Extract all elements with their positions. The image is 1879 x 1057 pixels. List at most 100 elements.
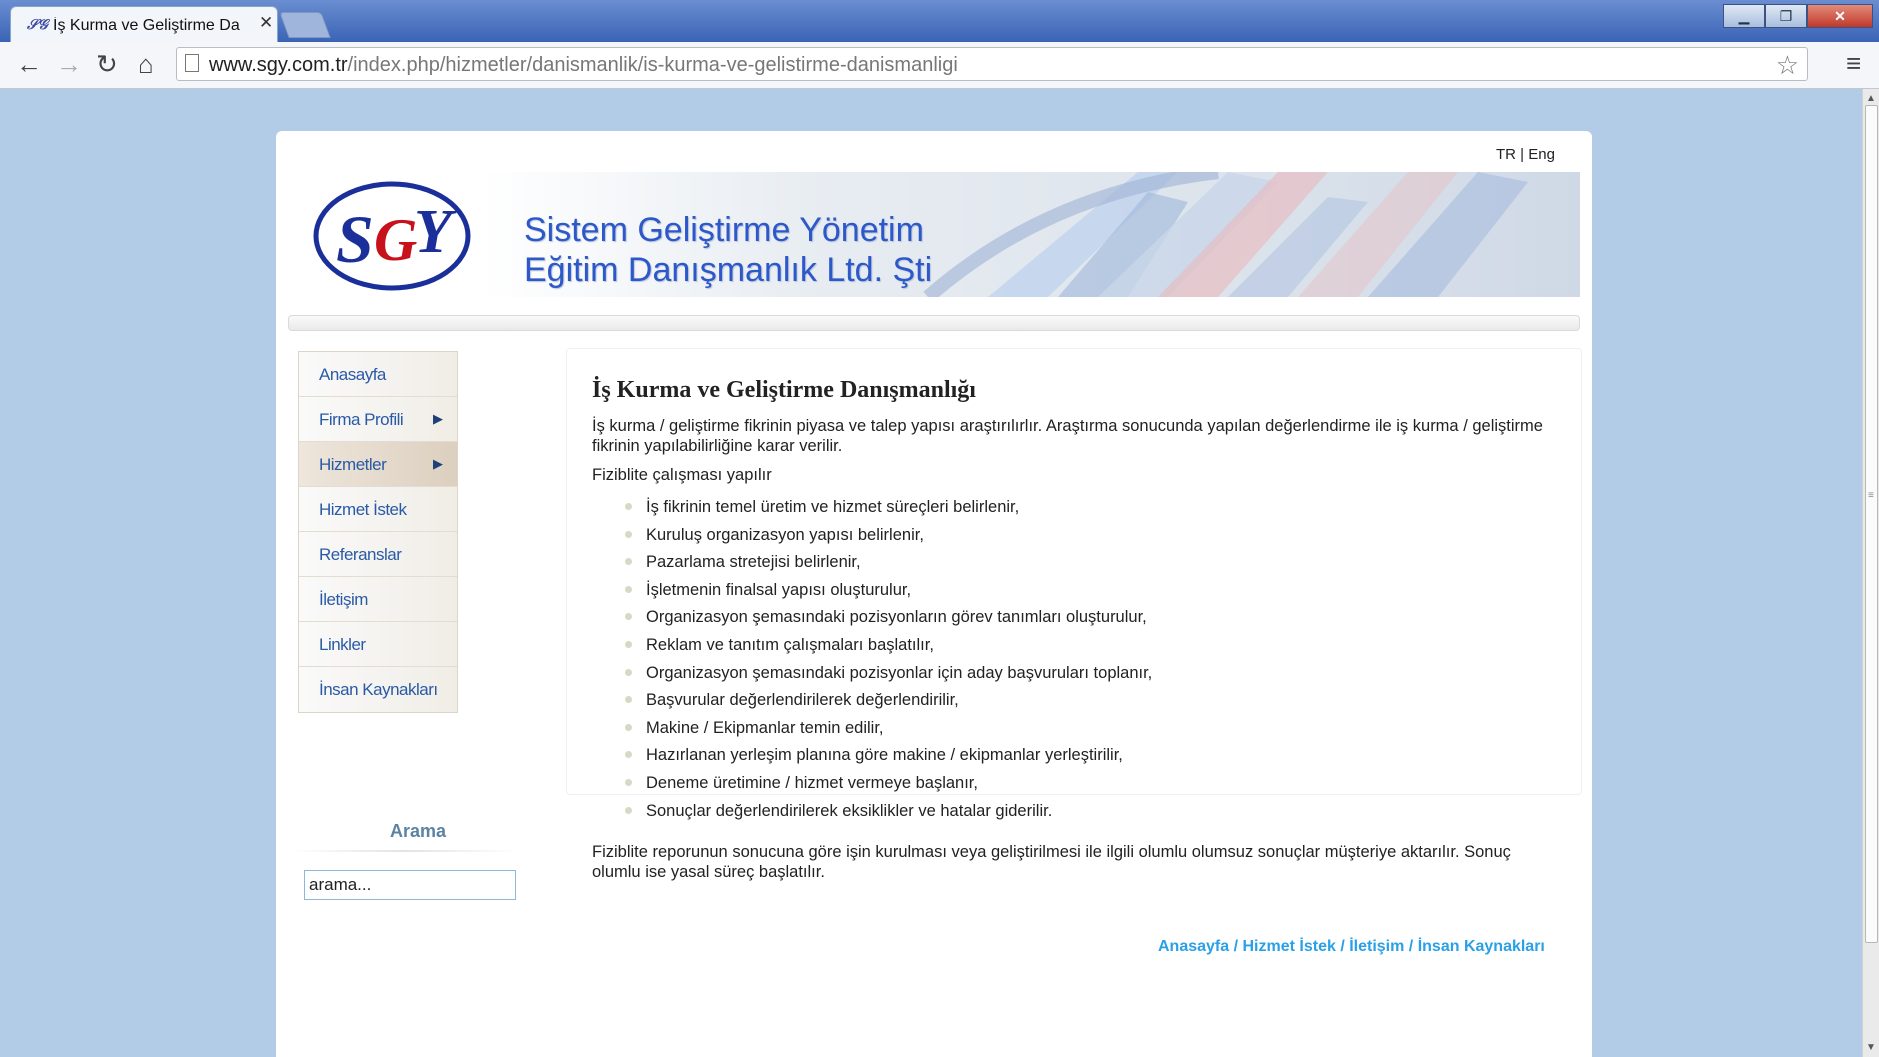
list-item: Kuruluş organizasyon yapısı belirlenir,: [592, 524, 1152, 552]
url-host: www.sgy.com.tr: [209, 54, 348, 76]
bullet-icon: [625, 668, 632, 676]
sidebar-nav: Anasayfa Firma Profili ▶ Hizmetler ▶ Hiz…: [298, 351, 458, 713]
list-item: Sonuçlar değerlendirilerek eksiklikler v…: [592, 800, 1152, 828]
sidebar-item-hizmetler[interactable]: Hizmetler ▶: [299, 442, 457, 487]
browser-titlebar: 𝒮𝒢 İş Kurma ve Geliştirme Da ✕ ▁ ❐ ✕: [0, 0, 1879, 42]
sidebar-item-insan-kaynaklari[interactable]: İnsan Kaynakları: [299, 667, 457, 712]
bullet-icon: [625, 751, 632, 759]
sidebar-item-linkler[interactable]: Linkler: [299, 622, 457, 667]
intro-paragraph: İş kurma / geliştirme fikrinin piyasa ve…: [592, 417, 1543, 455]
footer-link-iletisim[interactable]: İletişim: [1349, 938, 1404, 955]
lang-en-link[interactable]: Eng: [1528, 146, 1555, 163]
page-container: TR | Eng S G Y Sistem Geliştirme Yönetim…: [276, 131, 1592, 1057]
bullet-icon: [625, 640, 632, 648]
company-name-line1: Sistem Geliştirme Yönetim: [524, 211, 924, 249]
search-input[interactable]: [304, 870, 516, 900]
tab-title: İş Kurma ve Geliştirme Da: [53, 17, 240, 34]
submenu-arrow-icon: ▶: [433, 456, 443, 471]
list-item: Makine / Ekipmanlar temin edilir,: [592, 717, 1152, 745]
new-tab-button[interactable]: [279, 12, 331, 38]
sidebar-item-label: Anasayfa: [319, 365, 386, 384]
close-window-button[interactable]: ✕: [1807, 4, 1873, 28]
footer-links: Anasayfa / Hizmet İstek / İletişim / İns…: [1158, 938, 1545, 956]
menu-icon[interactable]: ≡: [1846, 48, 1861, 79]
sidebar-item-label: İletişim: [319, 590, 368, 609]
bullet-icon: [625, 696, 632, 704]
scroll-down-arrow-icon[interactable]: ▼: [1866, 1042, 1876, 1053]
search-title: Arama: [390, 821, 447, 841]
list-item-text: Organizasyon şemasındaki pozisyonlar içi…: [646, 663, 1153, 682]
sidebar-item-label: İnsan Kaynakları: [319, 680, 438, 699]
address-bar[interactable]: www.sgy.com.tr/index.php/hizmetler/danis…: [176, 47, 1808, 81]
list-item-text: Pazarlama stretejisi belirlenir,: [646, 553, 861, 572]
conclusion-paragraph: Fiziblite reporunun sonucuna göre işin k…: [592, 843, 1511, 881]
list-item: Başvurular değerlendirilerek değerlendir…: [592, 689, 1152, 717]
url-path: /index.php/hizmetler/danismanlik/is-kurm…: [347, 54, 958, 76]
svg-text:Y: Y: [414, 198, 457, 266]
sidebar-item-label: Firma Profili: [319, 410, 404, 429]
header-banner: S G Y Sistem Geliştirme Yönetim Eğitim D…: [288, 172, 1580, 297]
bullet-icon: [625, 613, 632, 621]
list-item-text: Deneme üretimine / hizmet vermeye başlan…: [646, 773, 978, 792]
close-tab-icon[interactable]: ✕: [259, 13, 273, 33]
list-item: İşletmenin finalsal yapısı oluşturulur,: [592, 579, 1152, 607]
list-item: İş fikrinin temel üretim ve hizmet süreç…: [592, 496, 1152, 524]
list-item-text: Sonuçlar değerlendirilerek eksiklikler v…: [646, 801, 1053, 820]
banner-decoration: [923, 172, 1528, 297]
footer-link-insan-kaynaklari[interactable]: İnsan Kaynakları: [1418, 938, 1545, 955]
list-item: Organizasyon şemasındaki pozisyonların g…: [592, 606, 1152, 634]
window-controls: ▁ ❐ ✕: [1723, 4, 1873, 30]
list-item-text: Başvurular değerlendirilerek değerlendir…: [646, 691, 959, 710]
bullet-icon: [625, 530, 632, 538]
bullet-icon: [625, 778, 632, 786]
list-item-text: Hazırlanan yerleşim planına göre makine …: [646, 746, 1123, 765]
page-icon: [185, 54, 199, 72]
scroll-thumb[interactable]: ≡: [1865, 105, 1878, 943]
sidebar-item-anasayfa[interactable]: Anasayfa: [299, 352, 457, 397]
back-arrow-icon[interactable]: ←: [16, 50, 42, 78]
bullet-icon: [625, 558, 632, 566]
sidebar-item-label: Hizmetler: [319, 455, 387, 474]
page-title: İş Kurma ve Geliştirme Danışmanlığı: [592, 377, 976, 403]
feasibility-subtitle: Fiziblite çalışması yapılır: [592, 466, 772, 484]
sidebar-item-label: Hizmet İstek: [319, 500, 407, 519]
browser-tab[interactable]: 𝒮𝒢 İş Kurma ve Geliştirme Da ✕: [10, 6, 278, 42]
footer-separator: /: [1404, 938, 1418, 955]
list-item: Deneme üretimine / hizmet vermeye başlan…: [592, 772, 1152, 800]
lang-tr-link[interactable]: TR: [1496, 146, 1516, 163]
forward-arrow-icon[interactable]: →: [56, 50, 82, 78]
bullet-icon: [625, 723, 632, 731]
scroll-up-arrow-icon[interactable]: ▲: [1866, 93, 1876, 104]
list-item-text: Reklam ve tanıtım çalışmaları başlatılır…: [646, 635, 934, 654]
sidebar-item-iletisim[interactable]: İletişim: [299, 577, 457, 622]
list-item-text: İşletmenin finalsal yapısı oluşturulur,: [646, 580, 912, 599]
url-text: www.sgy.com.tr/index.php/hizmetler/danis…: [209, 54, 958, 77]
svg-text:S: S: [336, 201, 374, 277]
bullet-icon: [625, 806, 632, 814]
browser-toolbar: ← → ↻ ⌂ www.sgy.com.tr/index.php/hizmetl…: [0, 42, 1879, 89]
minimize-button[interactable]: ▁: [1723, 4, 1765, 28]
sidebar-item-firma-profili[interactable]: Firma Profili ▶: [299, 397, 457, 442]
reload-icon[interactable]: ↻: [96, 50, 118, 78]
home-icon[interactable]: ⌂: [138, 50, 154, 78]
list-item: Reklam ve tanıtım çalışmaları başlatılır…: [592, 634, 1152, 662]
sidebar-item-hizmet-istek[interactable]: Hizmet İstek: [299, 487, 457, 532]
bullet-icon: [625, 503, 632, 510]
scroll-grip-icon: ≡: [1868, 490, 1874, 501]
sidebar-item-label: Referanslar: [319, 545, 402, 564]
vertical-scrollbar[interactable]: ▲ ≡ ▼: [1862, 89, 1879, 1057]
sgy-favicon-icon: 𝒮𝒢: [27, 16, 48, 32]
svg-text:G: G: [374, 207, 417, 273]
bullet-icon: [625, 585, 632, 593]
footer-separator: /: [1335, 938, 1350, 955]
bookmark-star-icon[interactable]: ☆: [1776, 50, 1799, 81]
search-divider: [290, 850, 520, 852]
list-item-text: İş fikrinin temel üretim ve hizmet süreç…: [646, 498, 1020, 516]
company-name-line2: Eğitim Danışmanlık Ltd. Şti: [524, 251, 933, 289]
maximize-button[interactable]: ❐: [1765, 4, 1807, 28]
footer-link-anasayfa[interactable]: Anasayfa: [1158, 938, 1229, 955]
list-item: Hazırlanan yerleşim planına göre makine …: [592, 744, 1152, 772]
sidebar-item-referanslar[interactable]: Referanslar: [299, 532, 457, 577]
footer-link-hizmet-istek[interactable]: Hizmet İstek: [1243, 938, 1336, 955]
sgy-logo[interactable]: S G Y: [310, 178, 480, 294]
